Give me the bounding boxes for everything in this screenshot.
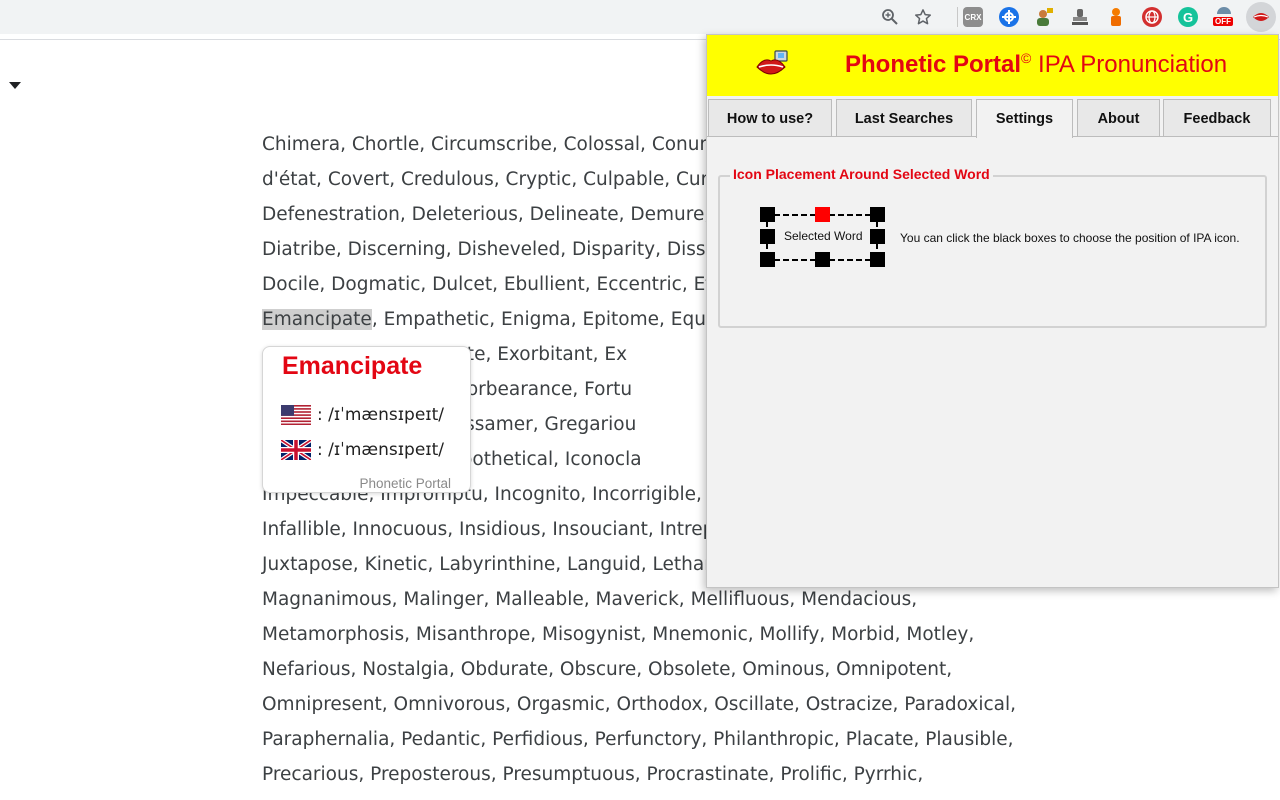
phonetic-portal-lips-logo-icon	[756, 50, 788, 75]
us-ipa-text: : /ɪˈmænsɪpeɪt/	[317, 405, 445, 425]
blue-cross-extension-icon[interactable]	[999, 7, 1019, 27]
tab-how-to-use[interactable]: How to use?	[708, 99, 832, 137]
selected-word-label: Selected Word	[784, 229, 863, 243]
collapse-caret-icon[interactable]	[9, 82, 21, 89]
bookmark-star-icon[interactable]	[912, 6, 934, 28]
article-line: Omnipresent, Omnivorous, Orgasmic, Ortho…	[262, 694, 1017, 715]
browser-window: { "toolbar": { "zoom_icon": "zoom-magnif…	[0, 0, 1280, 800]
position-bottom-center-box[interactable]	[815, 252, 830, 267]
placement-selector: Selected Word	[760, 207, 890, 267]
crx-label: CRX	[964, 12, 982, 22]
phonetic-portal-extension-icon[interactable]	[1251, 7, 1271, 27]
tab-last-searches[interactable]: Last Searches	[836, 99, 972, 137]
position-middle-right-box[interactable]	[870, 229, 885, 244]
popup-header: Phonetic Portal© IPA Pronunciation	[707, 35, 1278, 96]
article-line: Metamorphosis, Misanthrope, Misogynist, …	[262, 624, 975, 645]
icon-placement-fieldset: Icon Placement Around Selected Word Sele…	[718, 166, 1267, 328]
position-bottom-right-box[interactable]	[870, 252, 885, 267]
popup-title-mark: ©	[1021, 50, 1032, 66]
zoom-magnifier-icon[interactable]	[879, 6, 901, 28]
orange-figure-extension-icon[interactable]	[1106, 7, 1126, 27]
popup-title: Phonetic Portal© IPA Pronunciation	[845, 50, 1227, 79]
article-line-rest: , Empathetic, Enigma, Epitome, Equivo	[371, 309, 734, 330]
popup-tabs: How to use? Last Searches Settings About…	[707, 99, 1278, 138]
article-line: Paraphernalia, Pedantic, Perfidious, Per…	[262, 729, 1014, 750]
uk-flag-icon	[281, 440, 311, 460]
position-top-right-box[interactable]	[870, 207, 885, 222]
uk-pronunciation-row[interactable]: : /ɪˈmænsɪpeɪt/	[281, 437, 444, 463]
red-globe-extension-icon[interactable]	[1142, 7, 1162, 27]
browser-toolbar: CRX G OFF	[0, 0, 1280, 34]
position-top-left-box[interactable]	[760, 207, 775, 222]
placement-hint: You can click the black boxes to choose …	[900, 231, 1240, 245]
placement-dash	[774, 214, 816, 216]
icon-placement-legend: Icon Placement Around Selected Word	[730, 166, 993, 182]
off-extension-icon[interactable]: OFF	[1213, 7, 1234, 27]
placement-dash	[774, 259, 816, 261]
ipa-card-brand[interactable]: Phonetic Portal	[359, 476, 451, 491]
off-badge: OFF	[1213, 17, 1233, 26]
position-bottom-left-box[interactable]	[760, 252, 775, 267]
ipa-pronunciation-card: Emancipate : /ɪˈmænsɪpeɪt/ : /ɪˈmænsɪpeɪ…	[262, 346, 471, 493]
tab-feedback[interactable]: Feedback	[1163, 99, 1271, 137]
tab-settings[interactable]: Settings	[976, 99, 1073, 138]
ipa-card-word: Emancipate	[282, 352, 423, 380]
us-flag-icon	[281, 405, 311, 425]
grammarly-extension-icon[interactable]: G	[1178, 7, 1198, 27]
article-line: Nefarious, Nostalgia, Obdurate, Obscure,…	[262, 659, 953, 680]
crx-extension-icon[interactable]: CRX	[963, 7, 983, 27]
stamp-extension-icon[interactable]	[1070, 7, 1090, 27]
toolbar-divider	[957, 7, 958, 27]
article-line: Precarious, Preposterous, Presumptuous, …	[262, 764, 924, 785]
us-pronunciation-row[interactable]: : /ɪˈmænsɪpeɪt/	[281, 402, 444, 428]
uk-ipa-text: : /ɪˈmænsɪpeɪt/	[317, 440, 445, 460]
placement-dash	[829, 214, 871, 216]
highlighted-word[interactable]: Emancipate	[262, 309, 372, 330]
popup-title-rest: IPA Pronunciation	[1031, 51, 1228, 78]
person-key-extension-icon[interactable]	[1034, 7, 1054, 27]
tab-about[interactable]: About	[1077, 99, 1160, 137]
phonetic-portal-popup: Phonetic Portal© IPA Pronunciation How t…	[706, 34, 1279, 588]
position-middle-left-box[interactable]	[760, 229, 775, 244]
placement-dash	[829, 259, 871, 261]
position-top-center-box[interactable]	[815, 207, 830, 222]
popup-title-brand: Phonetic Portal	[845, 51, 1022, 78]
